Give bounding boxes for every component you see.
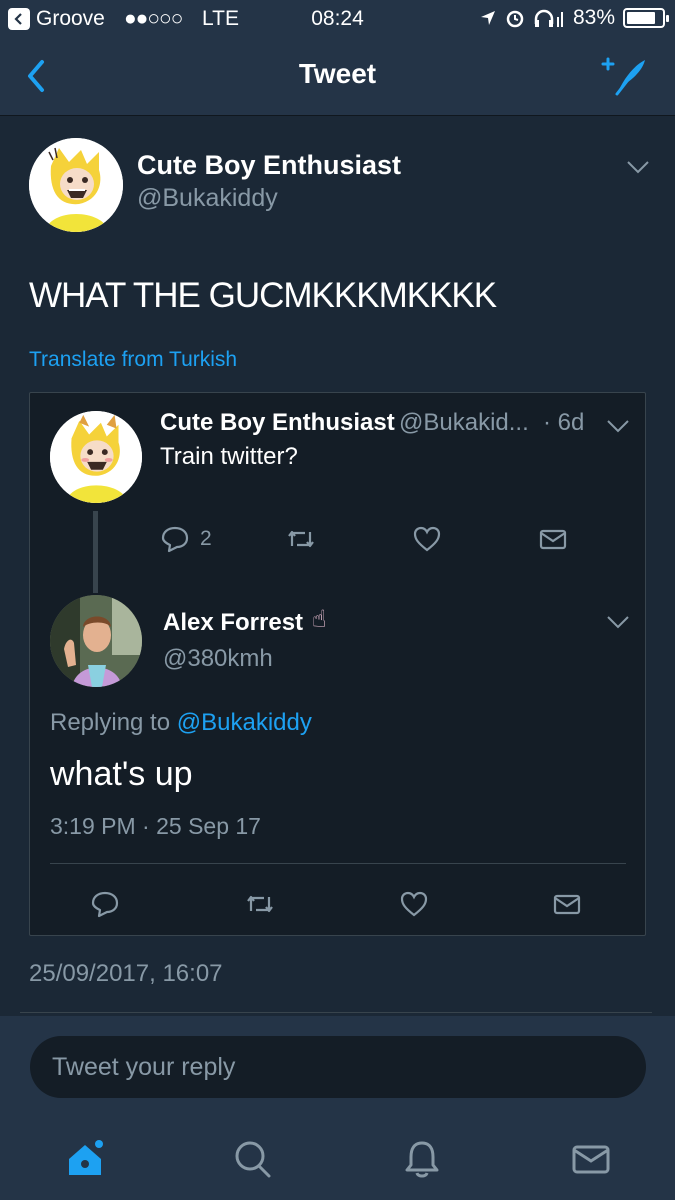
- retweet-icon: [288, 530, 314, 548]
- like-button[interactable]: [412, 524, 442, 554]
- battery-fill: [627, 12, 656, 24]
- tweet-detail: Cute Boy Enthusiast @Bukakiddy WHAT THE …: [0, 116, 675, 1016]
- avatar[interactable]: [29, 138, 123, 232]
- like-icon: [400, 891, 428, 917]
- reply-author-handle[interactable]: @380kmh: [163, 645, 273, 673]
- reply-composer: [0, 1016, 675, 1200]
- replying-to: Replying to @Bukakiddy: [50, 709, 312, 737]
- quoted-tweet[interactable]: Cute Boy Enthusiast @Bukakid... · 6d Tra…: [29, 392, 646, 936]
- location-icon: [480, 11, 495, 25]
- reply-button[interactable]: [90, 889, 120, 919]
- chevron-down-icon[interactable]: [626, 160, 650, 174]
- like-button[interactable]: [399, 889, 429, 919]
- reply-author-emoji: ☝: [312, 605, 327, 634]
- headphones-icon: [534, 9, 563, 27]
- alarm-icon: [506, 10, 524, 28]
- reply-button[interactable]: 2: [160, 524, 212, 554]
- tweet-text: WHAT THE GUCMKKKMKKKK: [29, 276, 497, 315]
- retweet-icon: [247, 895, 273, 913]
- tab-home[interactable]: [60, 1134, 110, 1184]
- notifications-icon: [405, 1141, 439, 1178]
- battery-icon: [623, 8, 669, 28]
- divider: [20, 1012, 652, 1013]
- tweet-timestamp: 25/09/2017, 16:07: [29, 960, 223, 987]
- reply-input[interactable]: [30, 1036, 646, 1098]
- avatar[interactable]: [50, 411, 142, 503]
- translate-link[interactable]: Translate from Turkish: [29, 348, 237, 372]
- quoted-tweet-text: Train twitter?: [160, 443, 298, 470]
- compose-tweet-icon[interactable]: [601, 56, 649, 98]
- tab-search[interactable]: [228, 1134, 278, 1184]
- tab-bar: [0, 1126, 675, 1200]
- reply-text: what's up: [50, 755, 193, 793]
- battery-percent: 83%: [572, 6, 615, 29]
- status-icons: 83%: [479, 6, 669, 30]
- page-title: Tweet: [298, 58, 377, 89]
- reply-author-name[interactable]: Alex Forrest: [163, 609, 303, 637]
- dm-icon: [553, 894, 581, 915]
- reply-timestamp: 3:19 PM · 25 Sep 17: [50, 813, 261, 839]
- navigation-bar: Tweet: [0, 38, 675, 116]
- status-bar: Groove ●●○○○ LTE 08:24 83%: [0, 0, 675, 38]
- reply-count: 2: [200, 527, 212, 550]
- home-icon: [69, 1140, 103, 1175]
- pointing-up-emoji: ☝: [312, 606, 327, 633]
- retweet-button[interactable]: [286, 524, 316, 554]
- direct-message-button[interactable]: [538, 524, 568, 554]
- quoted-author-handle[interactable]: @Bukakid...: [399, 409, 529, 437]
- author-handle[interactable]: @Bukakiddy: [137, 184, 278, 213]
- chevron-down-icon[interactable]: [606, 615, 630, 629]
- author-name[interactable]: Cute Boy Enthusiast: [137, 150, 401, 181]
- tab-messages[interactable]: [566, 1134, 616, 1184]
- quoted-author-name[interactable]: Cute Boy Enthusiast: [160, 409, 395, 437]
- messages-icon: [572, 1145, 610, 1174]
- chevron-down-icon[interactable]: [606, 419, 630, 433]
- search-icon: [235, 1141, 271, 1178]
- replying-to-handle[interactable]: @Bukakiddy: [177, 709, 312, 736]
- retweet-button[interactable]: [245, 889, 275, 919]
- avatar[interactable]: [50, 595, 142, 687]
- like-icon: [413, 526, 441, 552]
- replying-to-prefix: Replying to: [50, 709, 171, 736]
- thread-line: [93, 511, 98, 593]
- tab-notifications[interactable]: [397, 1134, 447, 1184]
- divider: [50, 863, 626, 864]
- reply-icon: [91, 891, 119, 918]
- dm-icon: [539, 529, 567, 550]
- reply-icon: [161, 526, 189, 553]
- direct-message-button[interactable]: [552, 889, 582, 919]
- quoted-time-ago: · 6d: [543, 409, 585, 436]
